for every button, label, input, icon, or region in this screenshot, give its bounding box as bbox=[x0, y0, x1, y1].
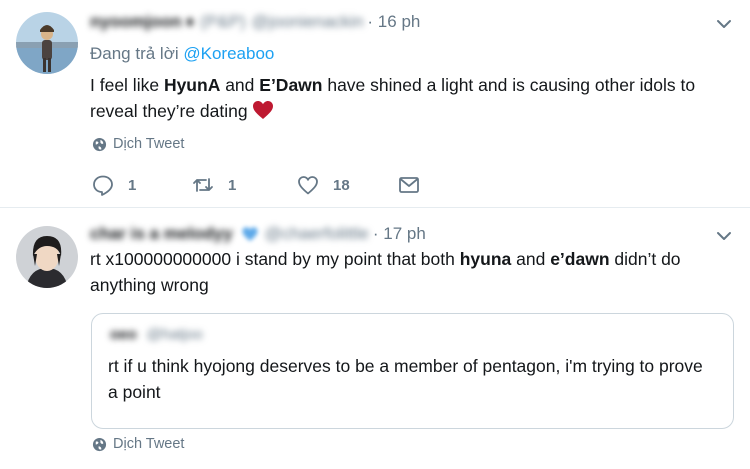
chevron-down-icon[interactable] bbox=[716, 228, 732, 244]
tweet-1[interactable]: nyoomjoon ♦ (P&P) @joonienackin · 16 ph … bbox=[0, 0, 750, 207]
translate-tweet-link[interactable]: Dịch Tweet bbox=[92, 436, 184, 452]
tweet-header: nyoomjoon ♦ (P&P) @joonienackin · 16 ph bbox=[90, 10, 420, 34]
globe-icon bbox=[92, 437, 107, 451]
reply-context: Đang trả lời @Koreaboo bbox=[90, 44, 274, 64]
translate-label: Dịch Tweet bbox=[113, 136, 185, 152]
like-count: 18 bbox=[333, 176, 350, 194]
handle-extra: (P&P) bbox=[200, 12, 246, 31]
translate-tweet-link[interactable]: Dịch Tweet bbox=[92, 136, 184, 152]
retweet-count: 1 bbox=[228, 176, 237, 194]
timestamp[interactable]: · 16 ph bbox=[367, 12, 420, 32]
text-part: and bbox=[220, 75, 260, 95]
translate-label: Dịch Tweet bbox=[113, 436, 185, 452]
avatar[interactable] bbox=[16, 12, 78, 74]
quoted-tweet-text: rt if u think hyojong deserves to be a m… bbox=[108, 356, 703, 402]
handle[interactable]: @chaerfolittle bbox=[265, 224, 369, 244]
retweet-button[interactable]: 1 bbox=[192, 174, 236, 196]
avatar[interactable] bbox=[16, 226, 78, 288]
tweet-2[interactable]: char is a melodyy @chaerfolittle · 17 ph… bbox=[0, 207, 750, 469]
text-part: and bbox=[511, 249, 551, 269]
red-heart-emoji-icon bbox=[252, 101, 273, 119]
text-part-bold: E’Dawn bbox=[259, 75, 323, 95]
tweet-actions: 1 1 18 bbox=[92, 174, 732, 198]
handle[interactable]: @joonienackin bbox=[252, 12, 364, 32]
direct-message-button[interactable] bbox=[398, 174, 434, 196]
quoted-tweet[interactable]: oeo @hatjoo rt if u think hyojong deserv… bbox=[91, 313, 734, 429]
display-name[interactable]: nyoomjoon bbox=[90, 12, 182, 32]
quoted-tweet-header: oeo @hatjoo bbox=[110, 326, 203, 343]
reply-prefix: Đang trả lời bbox=[90, 44, 179, 63]
reply-icon bbox=[93, 175, 113, 196]
quoted-handle: @hatjoo bbox=[146, 326, 203, 343]
user-badge: ♦ bbox=[185, 12, 195, 31]
timestamp[interactable]: · 17 ph bbox=[373, 224, 426, 244]
retweet-icon bbox=[193, 178, 213, 192]
text-part: I feel like bbox=[90, 75, 164, 95]
chevron-down-icon[interactable] bbox=[716, 16, 732, 32]
text-part-bold: HyunA bbox=[163, 75, 221, 95]
tweet-text: rt x100000000000 i stand by my point tha… bbox=[90, 246, 720, 298]
display-name[interactable]: char is a melodyy bbox=[90, 224, 233, 244]
tweet-text: I feel like HyunA and E’Dawn have shined… bbox=[90, 72, 720, 124]
heart-badge-icon bbox=[242, 227, 258, 241]
reply-button[interactable]: 1 bbox=[92, 174, 136, 196]
reply-mention-link[interactable]: @Koreaboo bbox=[183, 44, 274, 63]
globe-icon bbox=[92, 137, 107, 151]
text-part-bold: e’dawn bbox=[550, 249, 610, 269]
envelope-icon bbox=[399, 177, 419, 193]
heart-icon bbox=[298, 176, 318, 195]
quoted-display-name: oeo bbox=[110, 326, 137, 343]
reply-count: 1 bbox=[128, 176, 137, 194]
tweet-header: char is a melodyy @chaerfolittle · 17 ph bbox=[90, 222, 426, 246]
text-part-bold: hyuna bbox=[459, 249, 512, 269]
like-button[interactable]: 18 bbox=[297, 174, 350, 196]
text-part: rt x100000000000 i stand by my point tha… bbox=[90, 249, 460, 269]
